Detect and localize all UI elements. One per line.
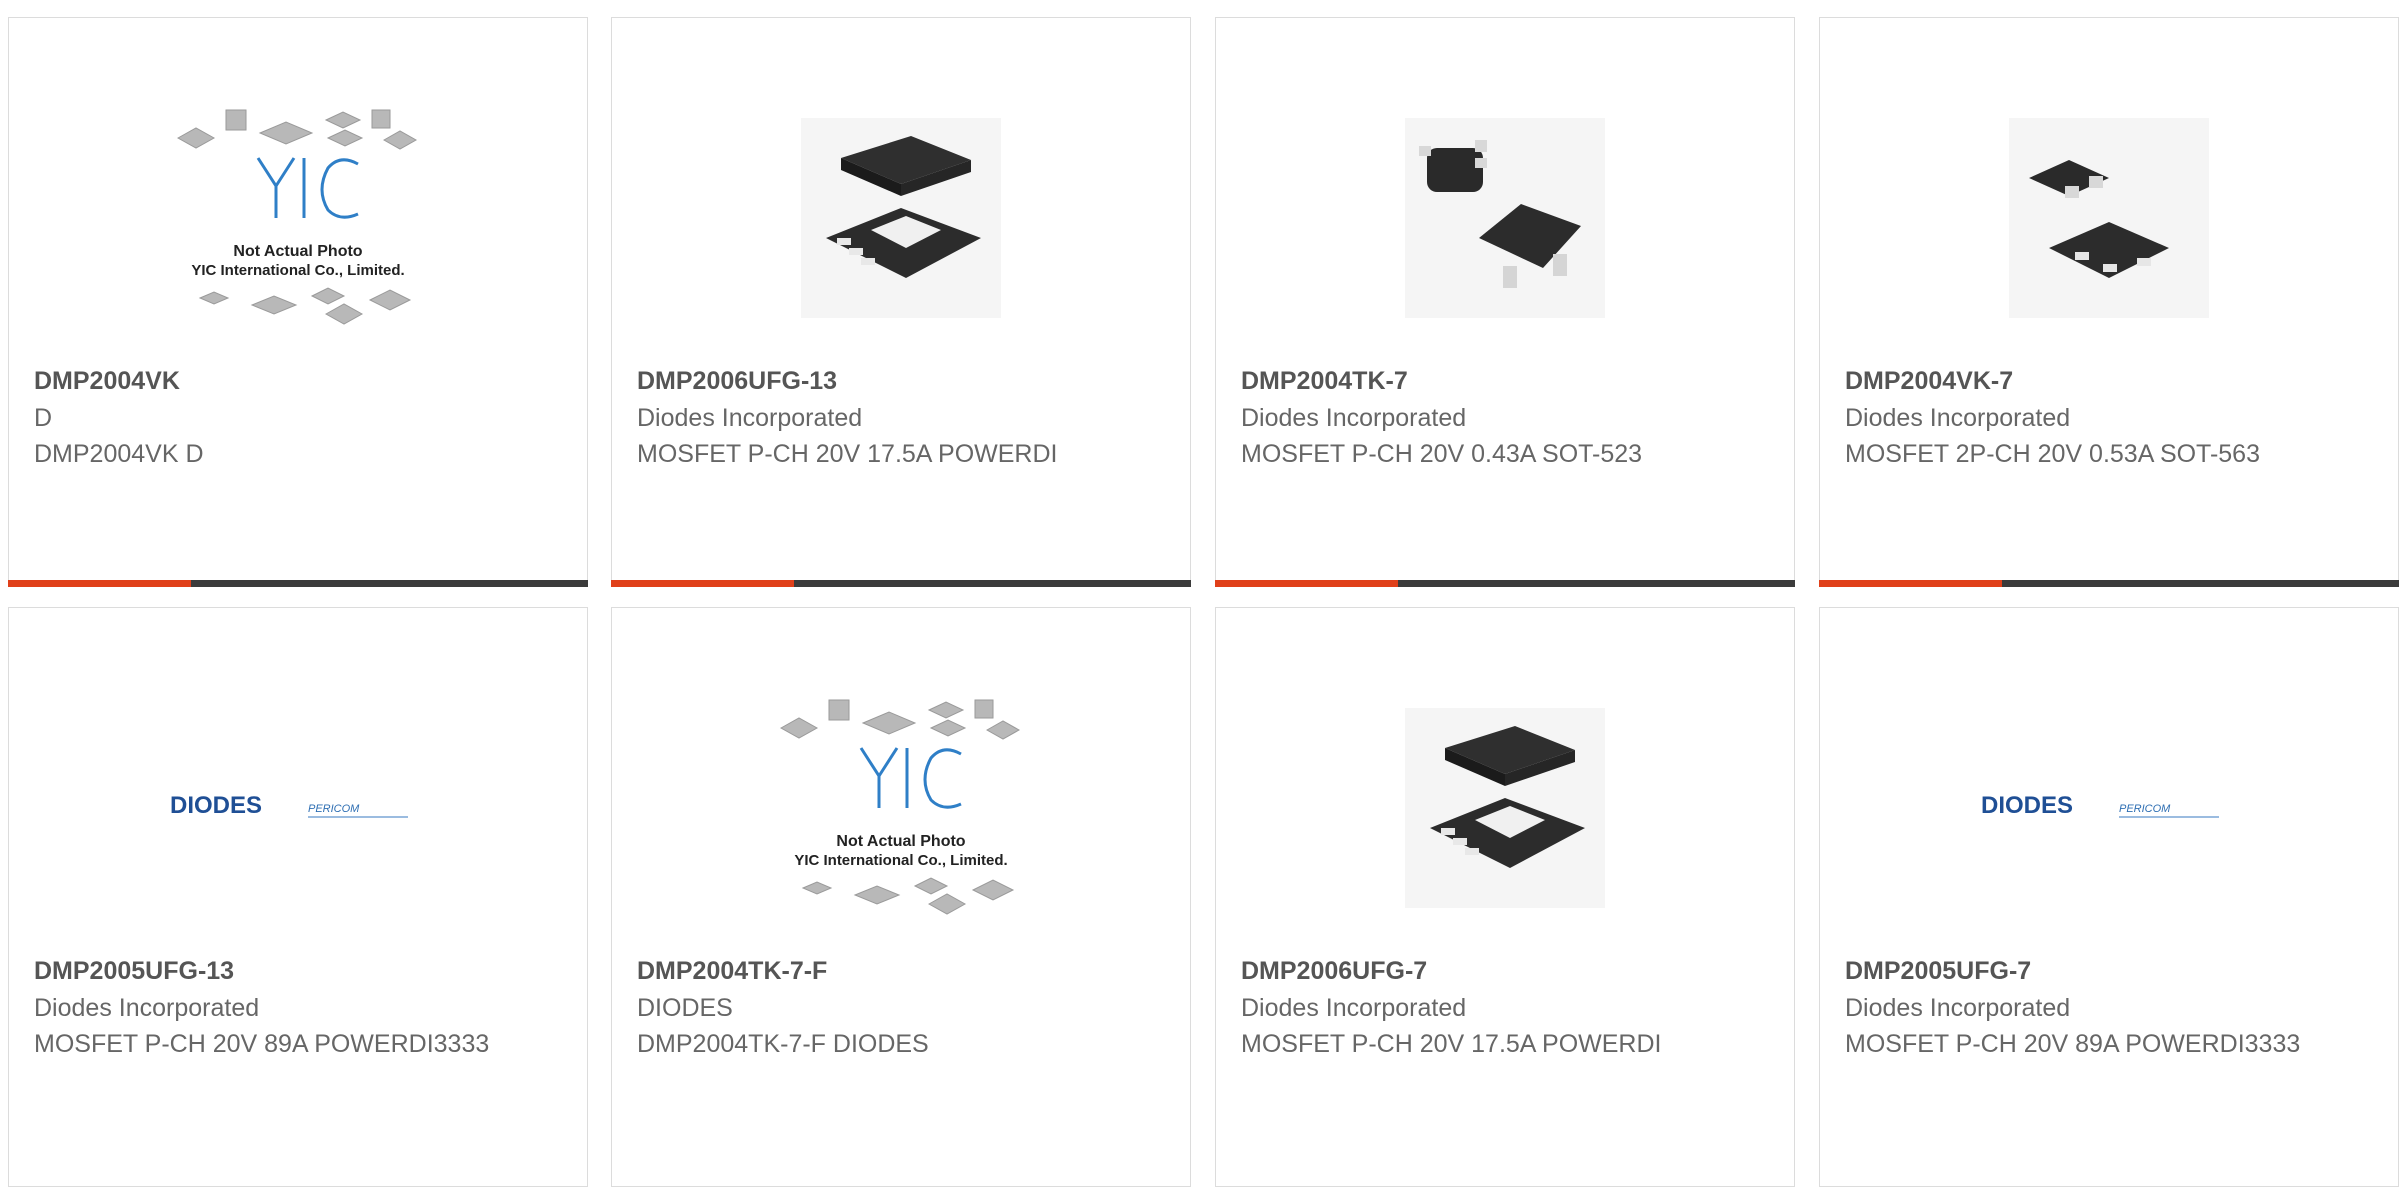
part-number[interactable]: DMP2005UFG-7 <box>1845 952 2305 990</box>
product-image[interactable] <box>1216 658 1794 958</box>
card-accent-bar <box>1215 580 1795 587</box>
svg-text:Not Actual Photo: Not Actual Photo <box>233 243 362 260</box>
card-accent-bar <box>1819 580 2399 587</box>
product-card[interactable]: DMP2006UFG-7 Diodes Incorporated MOSFET … <box>1215 607 1795 1187</box>
manufacturer: Diodes Incorporated <box>637 404 863 432</box>
product-image[interactable]: Not Actual Photo YIC International Co., … <box>9 68 587 368</box>
card-accent-bar <box>611 580 1191 587</box>
description: MOSFET P-CH 20V 17.5A POWERDI <box>1241 1030 1662 1058</box>
svg-text:DIODES: DIODES <box>1981 792 2073 819</box>
manufacturer: Diodes Incorporated <box>1845 404 2071 432</box>
product-image[interactable] <box>612 68 1190 368</box>
product-image[interactable] <box>1216 68 1794 368</box>
powerdi-package-icon <box>801 118 1001 318</box>
description: MOSFET P-CH 20V 89A POWERDI3333 <box>34 1030 490 1058</box>
manufacturer: Diodes Incorporated <box>1241 404 1467 432</box>
manufacturer: D <box>34 404 53 432</box>
part-number[interactable]: DMP2004TK-7 <box>1241 362 1701 400</box>
product-image[interactable]: DIODES PERICOM <box>1820 658 2398 958</box>
manufacturer: DIODES <box>637 994 733 1022</box>
diodes-logo-icon: DIODES PERICOM <box>170 792 408 819</box>
part-number[interactable]: DMP2006UFG-7 <box>1241 952 1701 990</box>
svg-text:YIC International Co., Limited: YIC International Co., Limited. <box>794 852 1007 869</box>
manufacturer: Diodes Incorporated <box>34 994 260 1022</box>
description: MOSFET P-CH 20V 89A POWERDI3333 <box>1845 1030 2301 1058</box>
part-number[interactable]: DMP2004TK-7-F <box>637 952 1097 990</box>
svg-text:PERICOM: PERICOM <box>2119 803 2171 815</box>
product-image[interactable] <box>1820 68 2398 368</box>
yic-placeholder-icon: Not Actual Photo YIC International Co., … <box>779 699 1021 915</box>
description: DMP2004TK-7-F DIODES <box>637 1030 929 1058</box>
sot523-package-icon <box>1405 118 1605 318</box>
description: MOSFET P-CH 20V 17.5A POWERDI <box>637 440 1058 468</box>
manufacturer: Diodes Incorporated <box>1241 994 1467 1022</box>
description: MOSFET P-CH 20V 0.43A SOT-523 <box>1241 440 1643 468</box>
part-number[interactable]: DMP2006UFG-13 <box>637 362 1097 400</box>
card-accent-bar <box>8 580 588 587</box>
svg-text:Not Actual Photo: Not Actual Photo <box>836 833 965 850</box>
product-card[interactable]: DIODES PERICOM DMP2005UFG-13 Diodes Inco… <box>8 607 588 1187</box>
svg-text:YIC International Co., Limited: YIC International Co., Limited. <box>191 262 404 279</box>
part-number[interactable]: DMP2005UFG-13 <box>34 952 494 990</box>
powerdi-package-icon <box>1405 708 1605 908</box>
yic-placeholder-icon: Not Actual Photo YIC International Co., … <box>176 109 418 325</box>
product-card[interactable]: Not Actual Photo YIC International Co., … <box>8 17 588 587</box>
product-card[interactable]: Not Actual Photo YIC International Co., … <box>611 607 1191 1187</box>
product-card[interactable]: DIODES PERICOM DMP2005UFG-7 Diodes Incor… <box>1819 607 2399 1187</box>
product-card[interactable]: DMP2004TK-7 Diodes Incorporated MOSFET P… <box>1215 17 1795 587</box>
product-image[interactable]: Not Actual Photo YIC International Co., … <box>612 658 1190 958</box>
svg-text:DIODES: DIODES <box>170 792 262 819</box>
product-grid: Not Actual Photo YIC International Co., … <box>0 0 2400 1187</box>
part-number[interactable]: DMP2004VK <box>34 362 494 400</box>
description: DMP2004VK D <box>34 440 204 468</box>
product-image[interactable]: DIODES PERICOM <box>9 658 587 958</box>
description: MOSFET 2P-CH 20V 0.53A SOT-563 <box>1845 440 2260 468</box>
product-card[interactable]: DMP2006UFG-13 Diodes Incorporated MOSFET… <box>611 17 1191 587</box>
sot563-package-icon <box>2009 118 2209 318</box>
diodes-logo-icon: DIODES PERICOM <box>1981 792 2219 819</box>
svg-text:PERICOM: PERICOM <box>308 803 360 815</box>
product-card[interactable]: DMP2004VK-7 Diodes Incorporated MOSFET 2… <box>1819 17 2399 587</box>
part-number[interactable]: DMP2004VK-7 <box>1845 362 2305 400</box>
manufacturer: Diodes Incorporated <box>1845 994 2071 1022</box>
